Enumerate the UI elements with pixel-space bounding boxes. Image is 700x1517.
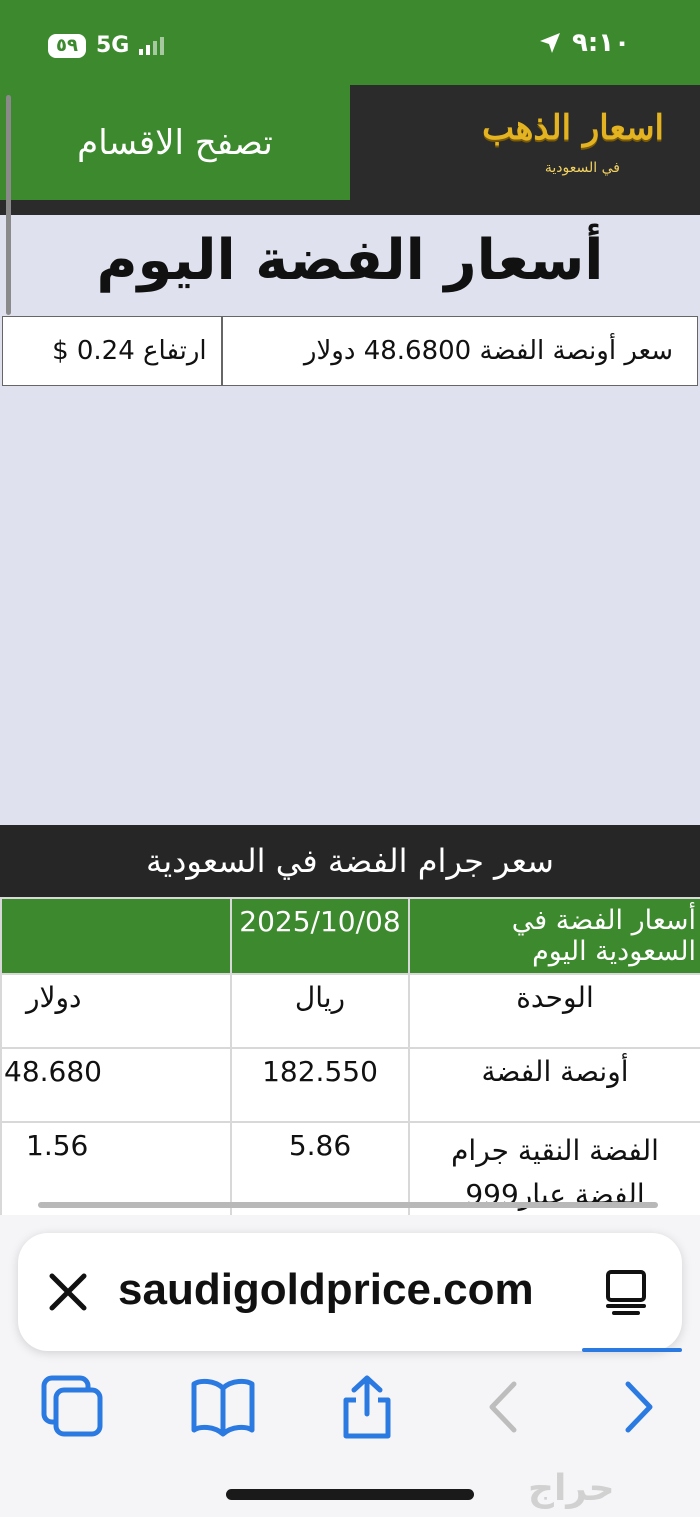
ounce-price: سعر أونصة الفضة 48.6800 دولار: [220, 317, 697, 385]
column-unit: الوحدة: [408, 973, 700, 1049]
home-indicator[interactable]: [226, 1489, 474, 1500]
status-left: ٥٩ 5G: [48, 33, 165, 58]
row-unit: الفضة النقية جرام الفضة عيار999: [408, 1121, 700, 1225]
horizontal-scrollbar[interactable]: [38, 1202, 658, 1208]
section-heading: سعر جرام الفضة في السعودية: [0, 825, 700, 897]
content-area: [0, 215, 700, 825]
signal-icon: [139, 36, 165, 55]
bookmarks-icon[interactable]: [188, 1372, 258, 1442]
location-arrow-icon: [539, 33, 560, 53]
table-header-date: 2025/10/08: [230, 897, 410, 975]
silver-price-row: سعر أونصة الفضة 48.6800 دولار ارتفاع 0.2…: [2, 316, 698, 386]
status-right: ٩:١٠: [538, 28, 630, 58]
browse-sections-button[interactable]: تصفح الاقسام: [0, 85, 350, 200]
column-riyal: ريال: [230, 973, 410, 1049]
site-logo: اسعار الذهب: [482, 108, 664, 148]
row-riyal: 182.550: [230, 1047, 410, 1123]
table-columns-row: الوحدة ريال دولار: [0, 973, 700, 1049]
table-header-blank: [0, 897, 232, 975]
share-icon[interactable]: [332, 1372, 402, 1442]
row-dollar: 48.680: [0, 1047, 232, 1123]
row-riyal: 5.86: [230, 1121, 410, 1225]
reader-mode-icon[interactable]: [600, 1268, 652, 1318]
tabs-icon[interactable]: [38, 1372, 108, 1442]
table-row: الفضة النقية جرام الفضة عيار999 5.86 1.5…: [0, 1121, 700, 1225]
back-icon[interactable]: [470, 1372, 540, 1442]
watermark: حراج: [528, 1468, 615, 1509]
row-unit: أونصة الفضة: [408, 1047, 700, 1123]
close-icon[interactable]: [46, 1270, 90, 1314]
battery-indicator: ٥٩: [48, 33, 86, 58]
header-divider: [0, 200, 350, 215]
network-label: 5G: [95, 33, 130, 58]
price-change: ارتفاع 0.24 $: [52, 336, 207, 366]
table-header-title: أسعار الفضة في السعودية اليوم: [408, 897, 700, 975]
url-text[interactable]: saudigoldprice.com: [118, 1265, 534, 1315]
table-header-row: أسعار الفضة في السعودية اليوم 2025/10/08: [0, 897, 700, 975]
site-logo-subtitle: في السعودية: [544, 160, 620, 176]
page-title: أسعار الفضة اليوم: [96, 228, 604, 293]
row-dollar: 1.56: [0, 1121, 232, 1225]
logo-container[interactable]: [350, 85, 700, 215]
table-row: أونصة الفضة 182.550 48.680: [0, 1047, 700, 1123]
silver-price-table: أسعار الفضة في السعودية اليوم 2025/10/08…: [0, 897, 700, 1225]
forward-icon[interactable]: [604, 1372, 674, 1442]
status-time: ٩:١٠: [571, 28, 630, 58]
column-dollar: دولار: [0, 973, 232, 1049]
url-bar-accent: [582, 1348, 682, 1352]
